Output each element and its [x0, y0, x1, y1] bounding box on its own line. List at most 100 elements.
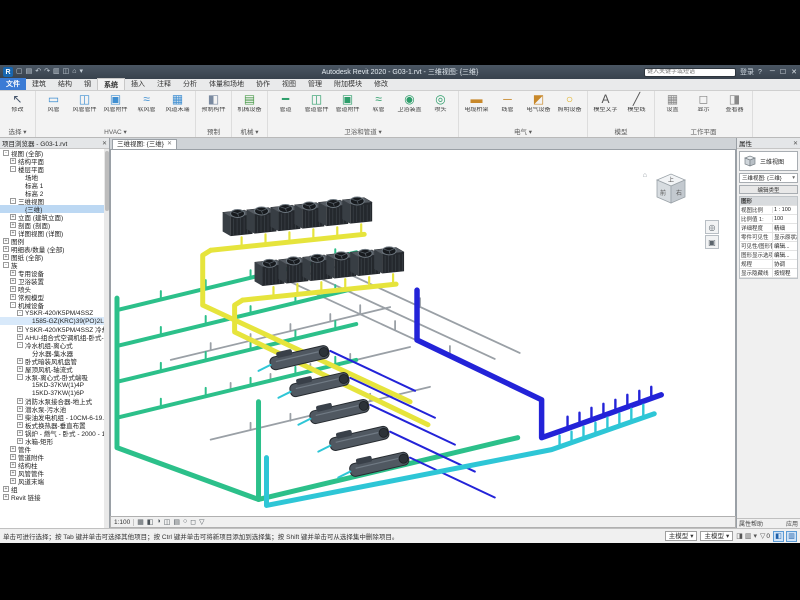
ribbon-button[interactable]: ◩ 电气设备 — [523, 92, 554, 128]
workset-selector[interactable]: 主模型▾ — [665, 531, 698, 541]
tree-expander-icon[interactable]: + — [10, 214, 16, 220]
property-row[interactable]: 可见性/图形替换 编辑... — [740, 242, 797, 251]
tree-expander-icon[interactable]: + — [17, 358, 23, 364]
ribbon-tab[interactable]: 视图 — [276, 78, 302, 90]
ribbon-tab[interactable]: 钢 — [78, 78, 97, 90]
property-row[interactable]: 规程 协调 — [740, 260, 797, 269]
tree-item[interactable]: 标高 2 — [0, 189, 104, 197]
view-tab[interactable]: 三维视图: {三维} ✕ — [112, 139, 177, 149]
ribbon-tab[interactable]: 管理 — [302, 78, 328, 90]
quick-access-icon[interactable]: ▥ — [53, 67, 60, 77]
selection-toggle-icon[interactable]: ◧ — [773, 531, 784, 542]
tree-expander-icon[interactable]: + — [3, 486, 9, 492]
type-selector[interactable]: 三维视图 — [739, 151, 798, 171]
ribbon-button[interactable]: ▣ 风管附件 — [100, 92, 131, 128]
tree-expander-icon[interactable]: + — [3, 238, 9, 244]
ribbon-button[interactable]: ◻ 显示 — [688, 92, 719, 128]
tree-expander-icon[interactable]: - — [10, 166, 16, 172]
tree-item[interactable]: - 楼层平面 — [0, 165, 104, 173]
tree-expander-icon[interactable] — [24, 382, 30, 388]
tree-item[interactable]: + Revit 链接 — [0, 493, 104, 501]
properties-close-icon[interactable]: ✕ — [793, 140, 798, 147]
tree-expander-icon[interactable]: + — [10, 446, 16, 452]
navigation-tool-icon[interactable]: ▣ — [705, 235, 719, 249]
tree-item[interactable]: + 结构柱 — [0, 461, 104, 469]
ribbon-panel-label[interactable]: 卫浴和管道 ▾ — [270, 128, 456, 137]
tree-item[interactable]: - 机械设备 — [0, 301, 104, 309]
tree-item[interactable]: + 喷头 — [0, 285, 104, 293]
tree-expander-icon[interactable]: + — [17, 326, 23, 332]
ribbon-tab[interactable]: 建筑 — [26, 78, 52, 90]
design-option-selector[interactable]: 主模型▾ — [700, 531, 733, 541]
status-icon[interactable]: ▾ — [753, 532, 757, 540]
tree-expander-icon[interactable]: + — [10, 278, 16, 284]
selection-filter[interactable]: ▽ 0 — [760, 532, 770, 540]
ribbon-button[interactable]: ◉ 卫浴装置 — [394, 92, 425, 128]
tree-expander-icon[interactable]: - — [17, 310, 23, 316]
tree-item[interactable]: + 立面 (建筑立面) — [0, 213, 104, 221]
quick-access-icon[interactable]: ▾ — [79, 67, 83, 77]
ribbon-tab[interactable]: 系统 — [97, 78, 125, 90]
tree-expander-icon[interactable]: + — [10, 294, 16, 300]
signin-button[interactable]: 登录 — [740, 67, 754, 77]
tree-expander-icon[interactable]: - — [3, 150, 9, 156]
ribbon-button[interactable]: ◫ 风管管件 — [69, 92, 100, 128]
tree-expander-icon[interactable]: + — [10, 470, 16, 476]
tree-item[interactable]: - 水泵-离心式-卧式端吸 — [0, 373, 104, 381]
tree-expander-icon[interactable]: + — [17, 414, 23, 420]
tree-item[interactable]: + 常规模型 — [0, 293, 104, 301]
ribbon-button[interactable]: ↖ 修改 — [2, 92, 33, 128]
status-icon[interactable]: ▥ — [745, 532, 752, 540]
tree-expander-icon[interactable]: + — [10, 222, 16, 228]
tree-expander-icon[interactable]: + — [3, 494, 9, 500]
tree-item[interactable]: + 水箱-矩形 — [0, 437, 104, 445]
ribbon-panel-label[interactable]: 工作平面 — [657, 128, 750, 137]
search-input[interactable] — [644, 68, 736, 77]
project-browser-close-icon[interactable]: ✕ — [102, 140, 107, 147]
ribbon-button[interactable]: ◧ 预制构件 — [198, 92, 229, 128]
apply-button[interactable]: 应用 — [786, 519, 798, 528]
ribbon-button[interactable]: ━ 管道 — [270, 92, 301, 128]
tree-expander-icon[interactable]: + — [3, 254, 9, 260]
ribbon-tab[interactable]: 分析 — [177, 78, 203, 90]
tree-item[interactable]: + 管道附件 — [0, 453, 104, 461]
ribbon-button[interactable]: ▣ 管道附件 — [332, 92, 363, 128]
property-row[interactable]: 图形显示选项 编辑... — [740, 251, 797, 260]
tree-expander-icon[interactable]: - — [17, 342, 23, 348]
tree-expander-icon[interactable]: - — [10, 198, 16, 204]
tree-item[interactable]: + 结构平面 — [0, 157, 104, 165]
ribbon-panel-label[interactable]: HVAC ▾ — [38, 128, 193, 137]
tree-expander-icon[interactable]: + — [17, 430, 23, 436]
maximize-button[interactable]: ☐ — [780, 68, 786, 76]
tree-item[interactable]: + 管件 — [0, 445, 104, 453]
quick-access-icon[interactable]: ◫ — [63, 67, 70, 77]
tree-expander-icon[interactable]: + — [10, 270, 16, 276]
ribbon-button[interactable]: A 模型文字 — [590, 92, 621, 128]
tree-expander-icon[interactable]: + — [10, 462, 16, 468]
tree-expander-icon[interactable] — [17, 182, 23, 188]
selection-toggle-icon[interactable]: ▥ — [786, 531, 797, 542]
ribbon-tab[interactable]: 结构 — [52, 78, 78, 90]
view-control-icon[interactable]: ▦ — [137, 518, 144, 526]
revit-logo-icon[interactable]: R — [3, 67, 13, 77]
view-control-icon[interactable]: ◑ — [157, 518, 161, 526]
ribbon-tab[interactable]: 插入 — [125, 78, 151, 90]
quick-access-icon[interactable]: ↷ — [44, 67, 50, 77]
tree-item[interactable]: 15KD-37KW(1)4P — [0, 381, 104, 389]
view-control-icon[interactable]: ◧ — [147, 518, 154, 526]
tree-expander-icon[interactable]: + — [17, 334, 23, 340]
ribbon-button[interactable]: ≈ 软风管 — [131, 92, 162, 128]
tree-item[interactable]: - 视图 (全部) — [0, 149, 104, 157]
quick-access-icon[interactable]: ▤ — [26, 67, 33, 77]
tree-item[interactable]: 场地 — [0, 173, 104, 181]
ribbon-tab[interactable]: 体量和场地 — [203, 78, 250, 90]
property-row[interactable]: 详细程度 精细 — [740, 224, 797, 233]
drawing-area[interactable]: ⌂ 上 前 右 ◎▣ — [110, 149, 736, 516]
tree-item[interactable]: + 卫浴装置 — [0, 277, 104, 285]
tree-item[interactable]: - 三维视图 — [0, 197, 104, 205]
property-row[interactable]: 图形 — [740, 197, 797, 206]
chiller-units[interactable] — [268, 341, 410, 478]
ribbon-panel-label[interactable]: 电气 ▾ — [461, 128, 585, 137]
tree-item[interactable]: 标高 1 — [0, 181, 104, 189]
tree-expander-icon[interactable]: + — [17, 406, 23, 412]
